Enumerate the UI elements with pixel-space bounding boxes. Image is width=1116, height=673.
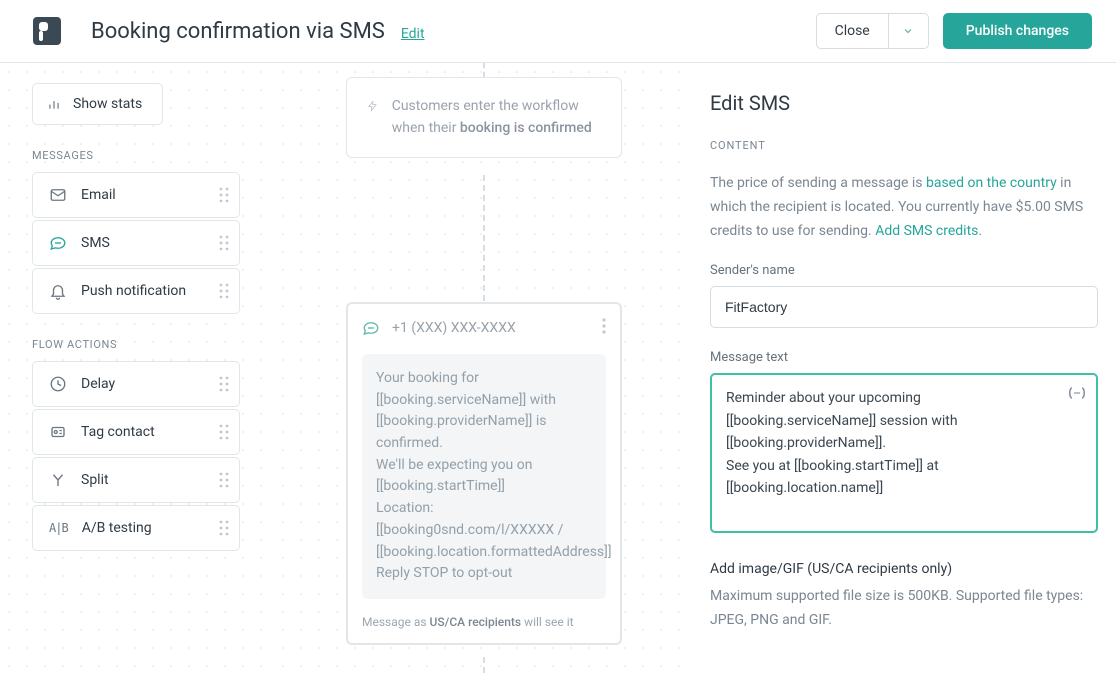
token-icon bbox=[1068, 386, 1086, 400]
node-options-button[interactable] bbox=[602, 318, 606, 338]
publish-button-label: Publish changes bbox=[966, 23, 1069, 39]
panel-title: Edit SMS bbox=[710, 91, 1092, 115]
tool-email[interactable]: Email bbox=[32, 172, 240, 218]
edit-name-link[interactable]: Edit bbox=[401, 26, 425, 42]
lightning-icon bbox=[367, 96, 378, 116]
tool-abtest[interactable]: A|B A/B testing bbox=[32, 505, 240, 551]
publish-button[interactable]: Publish changes bbox=[943, 13, 1092, 49]
close-options-button[interactable] bbox=[889, 13, 929, 49]
sms-number: +1 (XXX) XXX-XXXX bbox=[392, 320, 516, 336]
sender-name-input[interactable] bbox=[710, 286, 1098, 328]
tool-delay[interactable]: Delay bbox=[32, 361, 240, 407]
drag-handle-icon bbox=[219, 283, 229, 299]
sms-foot-prefix: Message as bbox=[362, 615, 430, 629]
page-title: Booking confirmation via SMS bbox=[91, 19, 385, 44]
tool-label: Tag contact bbox=[81, 424, 155, 440]
sms-node[interactable]: +1 (XXX) XXX-XXXX Your booking for [[boo… bbox=[346, 302, 622, 645]
tools-sidebar: Show stats MESSAGES Email SMS Push notif… bbox=[0, 63, 274, 673]
sms-preview-body: Your booking for [[booking.serviceName]]… bbox=[362, 354, 606, 599]
connector-line bbox=[483, 63, 485, 77]
sms-foot-mid: US/CA recipients bbox=[430, 615, 522, 629]
message-text-label: Message text bbox=[710, 350, 1092, 365]
tag-contact-icon bbox=[49, 423, 67, 441]
chevron-down-icon bbox=[902, 25, 914, 37]
insert-token-button[interactable] bbox=[1068, 385, 1086, 404]
topbar-right: Close Publish changes bbox=[816, 13, 1092, 49]
messages-section-label: MESSAGES bbox=[32, 149, 254, 162]
sms-foot-suffix: will see it bbox=[521, 615, 573, 629]
sms-node-title: +1 (XXX) XXX-XXXX bbox=[362, 319, 516, 337]
mail-icon bbox=[49, 186, 67, 204]
flow-actions-section-label: FLOW ACTIONS bbox=[32, 338, 254, 351]
sender-name-label: Sender's name bbox=[710, 263, 1092, 278]
edit-panel: Edit SMS CONTENT The price of sending a … bbox=[694, 63, 1116, 673]
show-stats-label: Show stats bbox=[73, 96, 142, 112]
connector-line bbox=[483, 175, 485, 301]
trigger-node[interactable]: Customers enter the workflow when their … bbox=[346, 77, 622, 158]
topbar: Booking confirmation via SMS Edit Close … bbox=[0, 0, 1116, 63]
close-button[interactable]: Close bbox=[816, 13, 889, 49]
content-section-label: CONTENT bbox=[710, 139, 1092, 152]
chat-icon bbox=[49, 234, 67, 252]
tool-label: Split bbox=[81, 472, 109, 488]
trigger-text: Customers enter the workflow when their … bbox=[392, 96, 601, 139]
app-logo bbox=[33, 17, 61, 45]
tool-split[interactable]: Split bbox=[32, 457, 240, 503]
tool-sms[interactable]: SMS bbox=[32, 220, 240, 266]
tool-label: Push notification bbox=[81, 283, 186, 299]
pricing-description: The price of sending a message is based … bbox=[710, 172, 1092, 243]
chat-icon bbox=[362, 319, 380, 337]
ab-icon: A|B bbox=[49, 521, 68, 535]
bell-icon bbox=[49, 282, 67, 300]
tool-tag[interactable]: Tag contact bbox=[32, 409, 240, 455]
split-icon bbox=[49, 471, 67, 489]
tool-push[interactable]: Push notification bbox=[32, 268, 240, 314]
desc-pre: The price of sending a message is bbox=[710, 175, 926, 191]
attachment-label: Add image/GIF (US/CA recipients only) bbox=[710, 561, 1092, 577]
drag-handle-icon bbox=[219, 472, 229, 488]
topbar-left: Booking confirmation via SMS Edit bbox=[33, 17, 425, 45]
tool-label: Delay bbox=[81, 376, 115, 392]
country-pricing-link[interactable]: based on the country bbox=[926, 175, 1057, 191]
close-button-label: Close bbox=[835, 23, 870, 39]
message-text-input[interactable] bbox=[710, 373, 1098, 533]
drag-handle-icon bbox=[219, 424, 229, 440]
tool-label: Email bbox=[81, 187, 116, 203]
bar-chart-icon bbox=[47, 97, 61, 111]
clock-icon bbox=[49, 375, 67, 393]
tool-label: A/B testing bbox=[82, 520, 152, 536]
title-group: Booking confirmation via SMS Edit bbox=[91, 19, 425, 44]
trigger-strong: booking is confirmed bbox=[460, 120, 592, 136]
attachment-hint: Maximum supported file size is 500KB. Su… bbox=[710, 585, 1092, 633]
sms-preview-footer: Message as US/CA recipients will see it bbox=[348, 611, 620, 643]
drag-handle-icon bbox=[219, 520, 229, 536]
sms-node-header: +1 (XXX) XXX-XXXX bbox=[348, 304, 620, 344]
workflow-canvas[interactable]: Customers enter the workflow when their … bbox=[274, 63, 694, 673]
drag-handle-icon bbox=[219, 187, 229, 203]
kebab-icon bbox=[602, 318, 606, 334]
message-text-wrap bbox=[710, 373, 1098, 537]
close-button-group: Close bbox=[816, 13, 929, 49]
show-stats-button[interactable]: Show stats bbox=[32, 83, 163, 125]
add-credits-link[interactable]: Add SMS credits bbox=[875, 223, 978, 239]
desc-end: . bbox=[978, 223, 982, 239]
drag-handle-icon bbox=[219, 376, 229, 392]
connector-line bbox=[483, 657, 485, 673]
drag-handle-icon bbox=[219, 235, 229, 251]
workspace: Show stats MESSAGES Email SMS Push notif… bbox=[0, 63, 1116, 673]
tool-label: SMS bbox=[81, 235, 110, 251]
